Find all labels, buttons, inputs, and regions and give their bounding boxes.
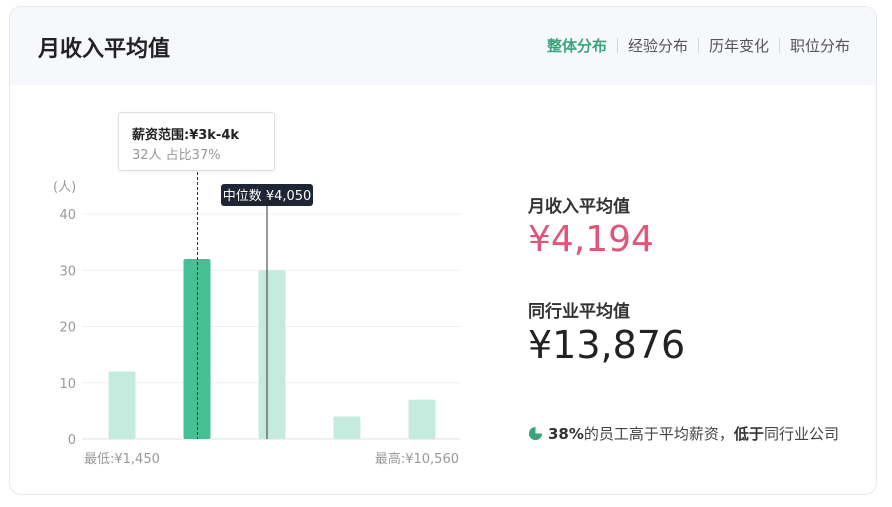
salary-distribution-chart: 0 10 20 30 40 (人) 中位数 ¥4,050 最低:¥1,450 最高:¥10,56…	[53, 167, 460, 467]
note-percent: 38%	[548, 424, 584, 443]
pie-chart-icon	[528, 426, 543, 441]
median-label: 中位数 ¥4,050	[223, 189, 312, 204]
histogram-bar	[258, 270, 286, 439]
y-tick-label: 0	[68, 433, 76, 448]
bar-tooltip: 薪资范围:¥3k-4k 32人 占比37%	[118, 112, 275, 171]
salary-card: 月收入平均值 整体分布 经验分布 历年变化 职位分布 0 10 20 30 40 (人) 中…	[9, 6, 877, 495]
y-tick-label: 30	[59, 264, 76, 279]
tooltip-subtitle: 32人 占比37%	[132, 148, 221, 163]
industry-average-label: 同行业平均值	[528, 302, 630, 322]
histogram-bar	[108, 371, 136, 439]
summary-note: 38% 的员工高于平均薪资， 低于 同行业公司	[528, 423, 839, 444]
y-tick-label: 10	[59, 377, 76, 392]
x-max-label: 最高:¥10,560	[375, 451, 459, 467]
y-axis-label: (人)	[53, 180, 76, 195]
note-text-1: 的员工高于平均薪资，	[583, 425, 734, 443]
industry-average-value: ¥13,876	[528, 323, 686, 367]
histogram-bar	[408, 399, 436, 439]
x-min-label: 最低:¥1,450	[84, 452, 160, 467]
note-bold-text: 低于	[733, 425, 764, 443]
note-text-2: 同行业公司	[763, 425, 839, 443]
average-income-value: ¥4,194	[528, 219, 654, 260]
tooltip-title: 薪资范围:¥3k-4k	[132, 128, 240, 143]
y-tick-label: 20	[59, 321, 76, 336]
y-tick-label: 40	[59, 208, 76, 223]
average-income-label: 月收入平均值	[528, 197, 630, 217]
histogram-bar	[333, 416, 361, 439]
